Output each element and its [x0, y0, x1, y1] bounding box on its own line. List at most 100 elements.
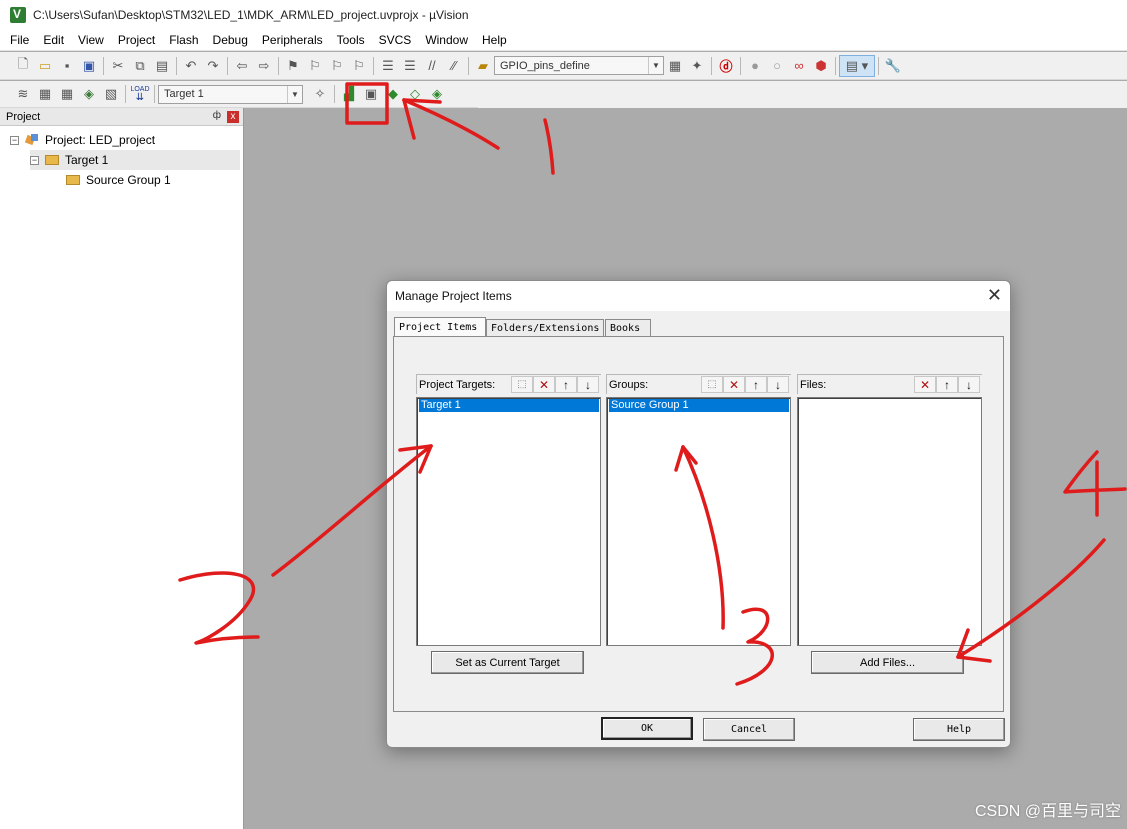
toolbar-separator — [278, 56, 279, 75]
tree-item-source-group[interactable]: Source Group 1 — [66, 170, 171, 190]
groups-header: Groups: ⬚ ✕ ↑ ↓ — [606, 374, 791, 394]
targets-listbox[interactable]: Target 1 — [416, 397, 601, 646]
cancel-button[interactable]: Cancel — [703, 718, 795, 741]
select-packs-icon[interactable]: ▣ — [360, 83, 382, 105]
move-down-icon[interactable]: ↓ — [577, 376, 599, 393]
pin-icon[interactable]: ф — [213, 110, 221, 121]
navigate-back-icon[interactable]: ⇦ — [231, 55, 253, 77]
file-toolbar: 🗋 ▭ ▪ ▣ ✂ ⧉ ▤ ↶ ↷ ⇦ ⇨ ⚑ ⚐ ⚐ ⚐ ☰ ☰ // ⁄⁄ … — [0, 52, 1127, 80]
collapse-toggle-icon[interactable]: − — [30, 155, 39, 165]
groups-listbox[interactable]: Source Group 1 — [606, 397, 791, 646]
uvision-app-icon — [10, 6, 26, 23]
tree-item-target[interactable]: − Target 1 — [30, 150, 240, 170]
open-file-icon[interactable]: ▭ — [34, 55, 56, 77]
menu-project[interactable]: Project — [111, 29, 162, 51]
chevron-down-icon[interactable]: ▼ — [287, 85, 302, 103]
load-download-icon[interactable]: LOAD ⇊ — [129, 83, 151, 105]
rebuild-icon[interactable]: ▦ — [56, 83, 78, 105]
new-target-icon[interactable]: ⬚ — [511, 376, 533, 393]
toolbar-separator — [176, 56, 177, 75]
dialog-titlebar: Manage Project Items ✕ — [387, 281, 1010, 311]
bookmark-prev-icon[interactable]: ⚐ — [304, 55, 326, 77]
find-combo[interactable]: GPIO_pins_define ▼ — [494, 56, 664, 75]
bookmark-clear-icon[interactable]: ⚐ — [348, 55, 370, 77]
bookmark-icon[interactable]: ⚑ — [282, 55, 304, 77]
delete-file-icon[interactable]: ✕ — [914, 376, 936, 393]
set-current-target-button[interactable]: Set as Current Target — [431, 651, 584, 674]
breakpoint-icon[interactable]: ● — [744, 55, 766, 77]
files-label: Files: — [800, 378, 827, 391]
group-list-item[interactable]: Source Group 1 — [609, 399, 789, 412]
target-folder-icon — [45, 155, 59, 165]
move-down-icon[interactable]: ↓ — [958, 376, 980, 393]
pack-installer-icon[interactable]: ◈ — [426, 83, 448, 105]
software-packs-icon[interactable]: ◇ — [404, 83, 426, 105]
menu-peripherals[interactable]: Peripherals — [255, 29, 330, 51]
help-button[interactable]: Help — [913, 718, 1005, 741]
tree-item-project[interactable]: − Project: LED_project — [10, 130, 155, 150]
delete-target-icon[interactable]: ✕ — [533, 376, 555, 393]
breakpoint-disable-all-icon[interactable]: ∞ — [788, 55, 810, 77]
close-icon[interactable]: ✕ — [987, 286, 1002, 304]
find-combo-value: GPIO_pins_define — [500, 59, 590, 72]
build-icon[interactable]: ▦ — [34, 83, 56, 105]
breakpoint-kill-all-icon[interactable]: ⬢ — [810, 55, 832, 77]
save-icon[interactable]: ▪ — [56, 55, 78, 77]
save-all-icon[interactable]: ▣ — [78, 55, 100, 77]
dialog-title: Manage Project Items — [395, 289, 512, 303]
breakpoint-disable-icon[interactable]: ○ — [766, 55, 788, 77]
batch-build-icon[interactable]: ◈ — [78, 83, 100, 105]
menu-file[interactable]: File — [0, 29, 36, 51]
find-in-files-icon[interactable]: ▰ — [472, 55, 494, 77]
menu-help[interactable]: Help — [475, 29, 514, 51]
manage-rte-icon[interactable]: ◆ — [382, 83, 404, 105]
ok-button[interactable]: OK — [601, 717, 693, 740]
navigate-forward-icon[interactable]: ⇨ — [253, 55, 275, 77]
move-up-icon[interactable]: ↑ — [745, 376, 767, 393]
manage-project-items-icon[interactable]: ▟ — [338, 83, 360, 105]
translate-icon[interactable]: ≋ — [12, 83, 34, 105]
target-list-item[interactable]: Target 1 — [419, 399, 599, 412]
menu-flash[interactable]: Flash — [162, 29, 205, 51]
menu-edit[interactable]: Edit — [36, 29, 71, 51]
menu-svcs[interactable]: SVCS — [372, 29, 419, 51]
chevron-down-icon[interactable]: ▼ — [648, 57, 663, 74]
move-up-icon[interactable]: ↑ — [936, 376, 958, 393]
copy-icon[interactable]: ⧉ — [129, 55, 151, 77]
tab-project-items[interactable]: Project Items — [394, 317, 486, 337]
new-file-icon[interactable]: 🗋 — [12, 55, 34, 77]
uncomment-icon[interactable]: ⁄⁄ — [443, 55, 465, 77]
bookmark-next-icon[interactable]: ⚐ — [326, 55, 348, 77]
paste-icon[interactable]: ▤ — [151, 55, 173, 77]
configure-icon[interactable]: 🔧 — [882, 55, 904, 77]
tab-folders-extensions[interactable]: Folders/Extensions — [486, 319, 604, 337]
target-options-icon[interactable]: ✧ — [309, 83, 331, 105]
indent-icon[interactable]: ☰ — [377, 55, 399, 77]
move-down-icon[interactable]: ↓ — [767, 376, 789, 393]
move-up-icon[interactable]: ↑ — [555, 376, 577, 393]
toolbar-separator — [103, 56, 104, 75]
stop-build-icon[interactable]: ▧ — [100, 83, 122, 105]
tab-books[interactable]: Books — [605, 319, 651, 337]
menu-tools[interactable]: Tools — [330, 29, 372, 51]
incremental-find-icon[interactable]: ✦ — [686, 55, 708, 77]
unindent-icon[interactable]: ☰ — [399, 55, 421, 77]
cut-icon[interactable]: ✂ — [107, 55, 129, 77]
window-layout-icon[interactable]: ▤ ▾ — [839, 54, 875, 77]
comment-icon[interactable]: // — [421, 55, 443, 77]
target-combo[interactable]: Target 1 ▼ — [158, 84, 303, 104]
menu-debug[interactable]: Debug — [206, 29, 255, 51]
close-icon[interactable]: x — [227, 111, 239, 123]
redo-icon[interactable]: ↷ — [202, 55, 224, 77]
menu-view[interactable]: View — [71, 29, 111, 51]
tree-item-label: Project: LED_project — [45, 133, 156, 147]
new-group-icon[interactable]: ⬚ — [701, 376, 723, 393]
undo-icon[interactable]: ↶ — [180, 55, 202, 77]
add-files-button[interactable]: Add Files... — [811, 651, 964, 674]
collapse-toggle-icon[interactable]: − — [10, 135, 19, 145]
find-icon[interactable]: ▦ — [664, 55, 686, 77]
delete-group-icon[interactable]: ✕ — [723, 376, 745, 393]
debug-session-icon[interactable]: ⓓ — [715, 55, 737, 77]
menu-window[interactable]: Window — [418, 29, 475, 51]
files-listbox[interactable] — [797, 397, 982, 646]
